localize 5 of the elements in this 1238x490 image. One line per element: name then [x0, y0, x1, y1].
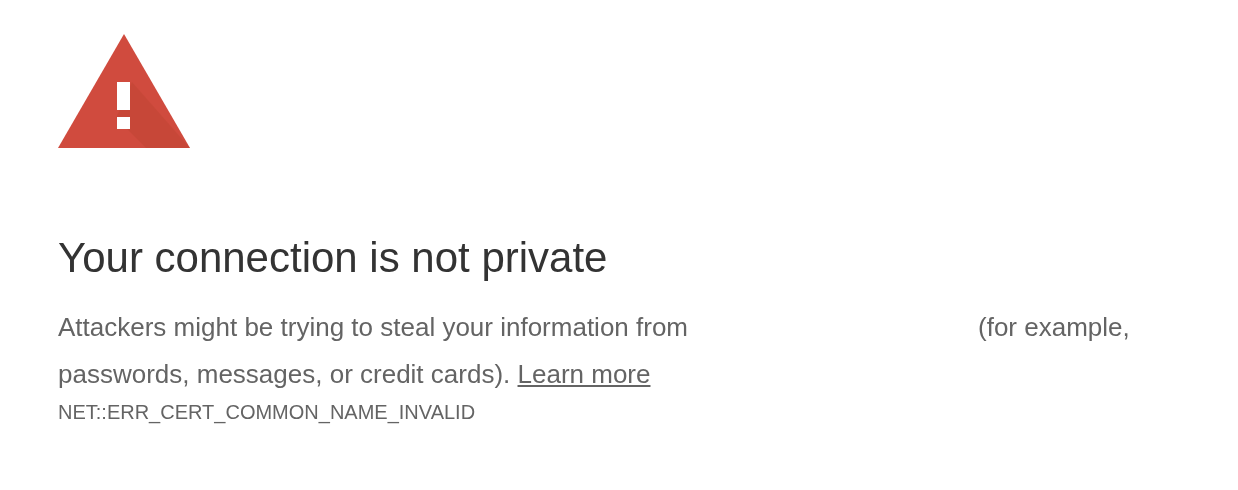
error-code: NET::ERR_CERT_COMMON_NAME_INVALID [58, 400, 477, 424]
learn-more-link[interactable]: Learn more [517, 359, 651, 389]
warning-message: Attackers might be trying to steal your information from (for example, passwords, messages, or credit cards). Learn more [58, 311, 1131, 391]
warning-icon [58, 34, 190, 148]
page-title: Your connection is not private [58, 233, 609, 283]
